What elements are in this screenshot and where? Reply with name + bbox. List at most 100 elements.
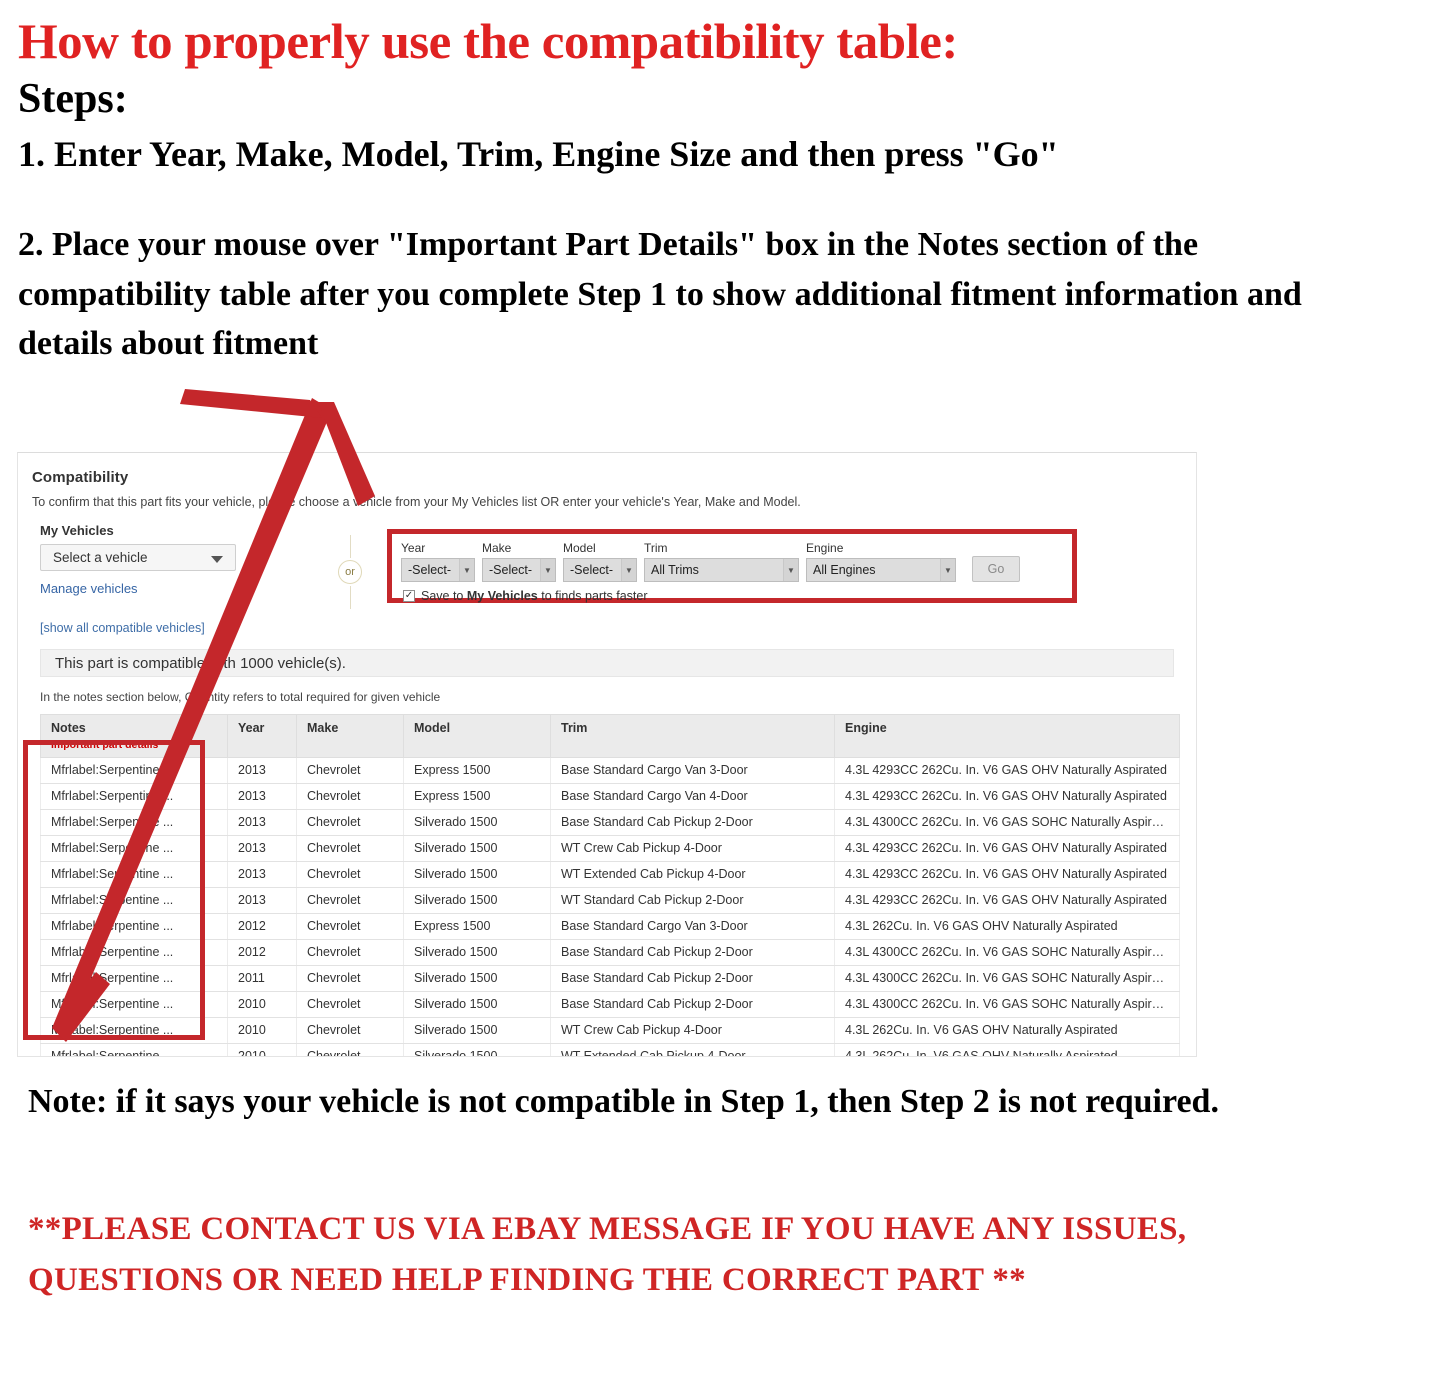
- cell-notes[interactable]: Mfrlabel:Serpentine ...: [40, 860, 228, 888]
- header-engine: Engine: [834, 714, 1180, 758]
- cell-model: Silverado 1500: [403, 860, 551, 888]
- year-field: Year -Select- ▼: [401, 541, 475, 582]
- cell-trim: WT Extended Cab Pickup 4-Door: [550, 1042, 835, 1056]
- cell-make: Chevrolet: [296, 756, 404, 784]
- compatibility-panel: Compatibility To confirm that this part …: [17, 452, 1197, 1057]
- cell-trim: WT Crew Cab Pickup 4-Door: [550, 834, 835, 862]
- cell-year: 2010: [227, 1042, 297, 1056]
- cell-year: 2012: [227, 912, 297, 940]
- save-checkbox[interactable]: ✓: [403, 590, 415, 602]
- cell-engine: 4.3L 262Cu. In. V6 GAS OHV Naturally Asp…: [834, 1016, 1180, 1044]
- cell-make: Chevrolet: [296, 964, 404, 992]
- cell-year: 2010: [227, 990, 297, 1018]
- cell-make: Chevrolet: [296, 1016, 404, 1044]
- footer-note: Note: if it says your vehicle is not com…: [28, 1083, 1219, 1120]
- model-select-value: -Select-: [570, 563, 614, 577]
- cell-notes[interactable]: Mfrlabel:Serpentine ...: [40, 964, 228, 992]
- cell-notes[interactable]: Mfrlabel:Serpentine ...: [40, 756, 228, 784]
- steps-label: Steps:: [18, 76, 128, 122]
- chevron-down-icon: ▼: [540, 559, 555, 581]
- cell-engine: 4.3L 262Cu. In. V6 GAS OHV Naturally Asp…: [834, 912, 1180, 940]
- engine-select[interactable]: All Engines ▼: [806, 558, 956, 582]
- cell-notes[interactable]: Mfrlabel:Serpentine ...: [40, 1016, 228, 1044]
- instructions-block: How to properly use the compatibility ta…: [18, 0, 1418, 368]
- year-select[interactable]: -Select- ▼: [401, 558, 475, 582]
- chevron-down-icon: [211, 555, 223, 563]
- cell-make: Chevrolet: [296, 808, 404, 836]
- make-select[interactable]: -Select- ▼: [482, 558, 556, 582]
- header-notes-label: Notes: [51, 721, 86, 735]
- cell-trim: Base Standard Cab Pickup 2-Door: [550, 808, 835, 836]
- table-row: Mfrlabel:Serpentine ... 2011 Chevrolet Silv…: [40, 964, 1180, 992]
- cell-trim: Base Standard Cab Pickup 2-Door: [550, 938, 835, 966]
- cell-make: Chevrolet: [296, 990, 404, 1018]
- cell-model: Express 1500: [403, 756, 551, 784]
- step-2-text: 2. Place your mouse over "Important Part…: [18, 226, 1302, 363]
- cell-trim: Base Standard Cargo Van 4-Door: [550, 782, 835, 810]
- cell-trim: Base Standard Cab Pickup 2-Door: [550, 964, 835, 992]
- cell-trim: Base Standard Cargo Van 3-Door: [550, 756, 835, 784]
- cell-notes[interactable]: Mfrlabel:Serpentine ...: [40, 938, 228, 966]
- cell-notes[interactable]: Mfrlabel:Serpentine ...: [40, 990, 228, 1018]
- chevron-down-icon: ▼: [459, 559, 474, 581]
- engine-field: Engine All Engines ▼: [806, 541, 956, 582]
- my-vehicles-group: My Vehicles Select a vehicle Manage vehi…: [40, 523, 290, 596]
- table-row: Mfrlabel:Serpentine ... 2012 Chevrolet Silv…: [40, 938, 1180, 966]
- table-row: Mfrlabel:Serpentine ... 2013 Chevrolet Silv…: [40, 886, 1180, 914]
- table-row: Mfrlabel:Serpentine ... 2013 Chevrolet Expr…: [40, 756, 1180, 784]
- year-label: Year: [401, 541, 426, 555]
- cell-notes[interactable]: Mfrlabel:Serpentine ...: [40, 912, 228, 940]
- cell-engine: 4.3L 262Cu. In. V6 GAS OHV Naturally Asp…: [834, 1042, 1180, 1056]
- compatibility-heading: Compatibility: [32, 469, 129, 486]
- vehicle-select[interactable]: Select a vehicle: [40, 544, 236, 571]
- cell-model: Silverado 1500: [403, 964, 551, 992]
- cell-model: Silverado 1500: [403, 1016, 551, 1044]
- model-field: Model -Select- ▼: [563, 541, 637, 582]
- vehicle-select-value: Select a vehicle: [53, 550, 148, 565]
- or-line-top: [349, 535, 351, 558]
- make-label: Make: [482, 541, 512, 555]
- page-title: How to properly use the compatibility ta…: [18, 13, 958, 69]
- go-button[interactable]: Go: [972, 556, 1020, 582]
- cell-notes[interactable]: Mfrlabel:Serpentine ...: [40, 782, 228, 810]
- step-1-text: 1. Enter Year, Make, Model, Trim, Engine…: [18, 134, 1059, 175]
- cell-model: Silverado 1500: [403, 1042, 551, 1056]
- cell-trim: Base Standard Cargo Van 3-Door: [550, 912, 835, 940]
- trim-select-value: All Trims: [651, 563, 699, 577]
- cell-make: Chevrolet: [296, 912, 404, 940]
- table-row: Mfrlabel:Serpentine ... 2013 Chevrolet Expr…: [40, 782, 1180, 810]
- vehicle-chooser: My Vehicles Select a vehicle Manage vehi…: [32, 523, 1182, 615]
- cell-year: 2013: [227, 782, 297, 810]
- footer-contact: **PLEASE CONTACT US VIA EBAY MESSAGE IF …: [28, 1211, 1187, 1299]
- table-row: Mfrlabel:Serpentine ... 2010 Chevrolet Silv…: [40, 1042, 1180, 1056]
- table-row: Mfrlabel:Serpentine ... 2013 Chevrolet Silv…: [40, 808, 1180, 836]
- show-all-compatible-vehicles-link[interactable]: [show all compatible vehicles]: [40, 621, 1182, 635]
- cell-engine: 4.3L 4293CC 262Cu. In. V6 GAS OHV Natura…: [834, 756, 1180, 784]
- trim-field: Trim All Trims ▼: [644, 541, 799, 582]
- cell-notes[interactable]: Mfrlabel:Serpentine ...: [40, 886, 228, 914]
- cell-notes[interactable]: Mfrlabel:Serpentine ...: [40, 808, 228, 836]
- cell-model: Express 1500: [403, 912, 551, 940]
- cell-make: Chevrolet: [296, 782, 404, 810]
- compatibility-subtitle: To confirm that this part fits your vehi…: [32, 495, 801, 509]
- table-row: Mfrlabel:Serpentine ... 2013 Chevrolet Silv…: [40, 860, 1180, 888]
- manage-vehicles-link[interactable]: Manage vehicles: [40, 581, 290, 596]
- my-vehicles-label: My Vehicles: [40, 523, 114, 538]
- cell-make: Chevrolet: [296, 938, 404, 966]
- cell-model: Express 1500: [403, 782, 551, 810]
- cell-notes[interactable]: Mfrlabel:Serpentine ...: [40, 1042, 228, 1056]
- or-badge: or: [338, 560, 362, 584]
- model-select[interactable]: -Select- ▼: [563, 558, 637, 582]
- cell-make: Chevrolet: [296, 860, 404, 888]
- chevron-down-icon: ▼: [621, 559, 636, 581]
- cell-model: Silverado 1500: [403, 808, 551, 836]
- cell-notes[interactable]: Mfrlabel:Serpentine ...: [40, 834, 228, 862]
- year-select-value: -Select-: [408, 563, 452, 577]
- cell-year: 2013: [227, 808, 297, 836]
- cell-model: Silverado 1500: [403, 886, 551, 914]
- or-line-bottom: [349, 586, 351, 609]
- header-make: Make: [296, 714, 404, 758]
- cell-engine: 4.3L 4293CC 262Cu. In. V6 GAS OHV Natura…: [834, 782, 1180, 810]
- cell-make: Chevrolet: [296, 834, 404, 862]
- trim-select[interactable]: All Trims ▼: [644, 558, 799, 582]
